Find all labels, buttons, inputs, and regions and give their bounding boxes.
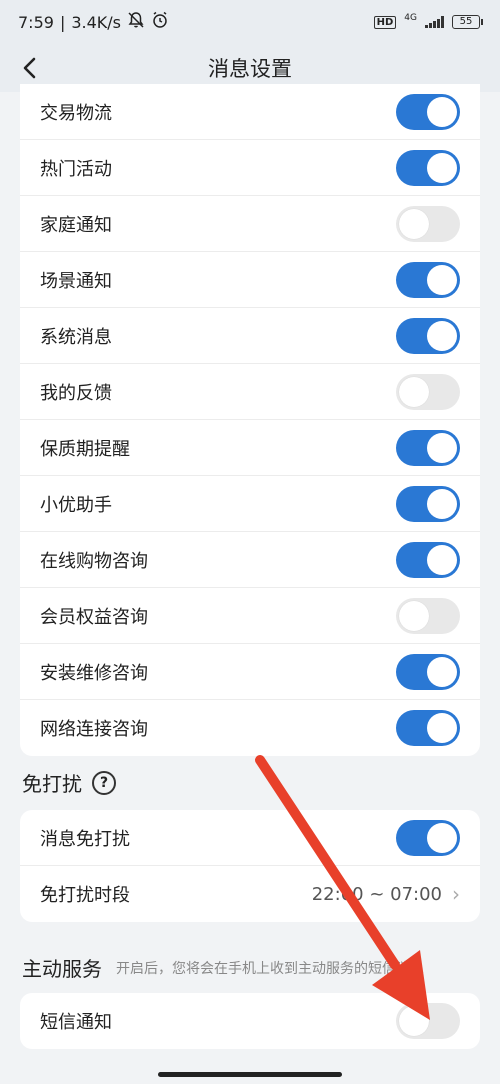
toggle-knob	[427, 320, 457, 351]
service-section-title: 主动服务	[22, 957, 102, 981]
signal-icon	[425, 16, 444, 28]
dnd-period-label: 免打扰时段	[40, 885, 130, 906]
battery-icon: 55	[452, 15, 483, 29]
notification-row: 网络连接咨询	[20, 700, 480, 756]
toggle-knob	[399, 376, 429, 407]
notification-label: 系统消息	[40, 326, 112, 348]
home-indicator[interactable]	[158, 1072, 342, 1077]
notification-row: 在线购物咨询	[20, 532, 480, 588]
notification-toggle[interactable]	[396, 597, 460, 634]
sms-toggle[interactable]	[396, 1003, 460, 1039]
chevron-left-icon	[23, 57, 36, 79]
notification-label: 场景通知	[40, 270, 112, 292]
notification-toggle[interactable]	[396, 93, 460, 130]
notification-label: 我的反馈	[40, 382, 112, 404]
notification-label: 小优助手	[40, 494, 112, 516]
sms-toggle-label: 短信通知	[40, 1012, 112, 1033]
status-time: 7:59	[18, 12, 54, 32]
dnd-toggle-label: 消息免打扰	[40, 828, 130, 850]
notification-label: 在线购物咨询	[40, 550, 148, 572]
service-card: 短信通知	[20, 993, 480, 1049]
notification-toggle[interactable]	[396, 541, 460, 578]
dnd-toggle-row: 消息免打扰	[20, 810, 480, 866]
notification-settings-list: 交易物流热门活动家庭通知场景通知系统消息我的反馈保质期提醒小优助手在线购物咨询会…	[20, 84, 480, 756]
toggle-knob	[427, 152, 457, 183]
notification-toggle[interactable]	[396, 710, 460, 746]
toggle-knob	[427, 822, 457, 853]
status-divider: |	[59, 12, 66, 32]
toggle-knob	[427, 488, 457, 519]
notification-row: 小优助手	[20, 476, 480, 532]
notification-toggle[interactable]	[396, 317, 460, 354]
notification-label: 保质期提醒	[40, 438, 130, 460]
toggle-knob	[427, 713, 457, 743]
dnd-period-value: 22:00 ~ 07:00	[311, 883, 442, 905]
notification-row: 交易物流	[20, 84, 480, 140]
notification-toggle[interactable]	[396, 653, 460, 690]
notification-row: 安装维修咨询	[20, 644, 480, 700]
toggle-knob	[427, 96, 457, 127]
toggle-knob	[399, 208, 429, 239]
dnd-period-row[interactable]: 免打扰时段 22:00 ~ 07:00 ›	[20, 866, 480, 922]
notification-toggle[interactable]	[396, 149, 460, 186]
notification-label: 热门活动	[40, 158, 112, 180]
status-left: 7:59 | 3.4K/s	[18, 11, 169, 33]
network-type: 4G	[404, 13, 417, 23]
notification-toggle[interactable]	[396, 429, 460, 466]
hd-badge: HD	[373, 15, 397, 29]
status-speed: 3.4K/s	[71, 12, 121, 32]
status-bar: 7:59 | 3.4K/s HD 4G 55	[0, 0, 500, 44]
page-title: 消息设置	[208, 57, 292, 81]
toggle-knob	[399, 600, 429, 631]
dnd-section-title: 免打扰	[22, 772, 82, 796]
service-section-desc: 开启后，您将会在手机上收到主动服务的短信消息	[116, 960, 424, 977]
toggle-knob	[427, 544, 457, 575]
alarm-icon	[151, 11, 169, 33]
notification-toggle[interactable]	[396, 205, 460, 242]
status-right: HD 4G 55	[373, 13, 483, 31]
notification-row: 保质期提醒	[20, 420, 480, 476]
back-button[interactable]	[14, 52, 46, 84]
notification-label: 网络连接咨询	[40, 719, 148, 740]
chevron-right-icon: ›	[452, 882, 460, 906]
toggle-knob	[427, 656, 457, 687]
notification-label: 安装维修咨询	[40, 662, 148, 684]
sms-toggle-row: 短信通知	[20, 993, 480, 1049]
dnd-toggle[interactable]	[396, 819, 460, 856]
notification-row: 热门活动	[20, 140, 480, 196]
toggle-knob	[427, 432, 457, 463]
notification-toggle[interactable]	[396, 373, 460, 410]
notification-toggle[interactable]	[396, 261, 460, 298]
service-section-header: 主动服务 开启后，您将会在手机上收到主动服务的短信消息	[22, 953, 424, 982]
dnd-card: 消息免打扰 免打扰时段 22:00 ~ 07:00 ›	[20, 810, 480, 922]
dnd-section-header: 免打扰 ?	[22, 768, 116, 797]
notification-label: 会员权益咨询	[40, 606, 148, 628]
notification-label: 交易物流	[40, 102, 112, 124]
toggle-knob	[399, 1006, 429, 1036]
notification-toggle[interactable]	[396, 485, 460, 522]
notification-label: 家庭通知	[40, 214, 112, 236]
notification-row: 会员权益咨询	[20, 588, 480, 644]
notification-row: 场景通知	[20, 252, 480, 308]
notification-row: 系统消息	[20, 308, 480, 364]
dnd-period-value-group: 22:00 ~ 07:00 ›	[312, 882, 460, 906]
notification-row: 家庭通知	[20, 196, 480, 252]
notification-row: 我的反馈	[20, 364, 480, 420]
mute-bell-icon	[127, 11, 145, 33]
help-icon[interactable]: ?	[92, 770, 116, 795]
toggle-knob	[427, 264, 457, 295]
